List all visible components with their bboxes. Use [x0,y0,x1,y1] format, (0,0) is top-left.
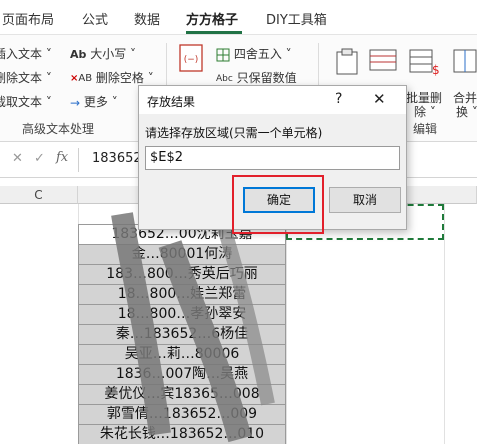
formula-content[interactable]: 183652 [92,151,142,166]
delete-spaces-button[interactable]: ×AB 删除空格 ˅ [70,69,154,86]
merge-icon[interactable] [452,47,477,77]
keep-value-label: 只保留数值 [236,71,297,85]
delete-text-button[interactable]: 删除文本 ˅ [0,69,52,86]
svg-text:$: $ [432,63,440,77]
fx-icon[interactable]: fx [56,150,68,165]
tab-formulas[interactable]: 公式 [82,9,108,28]
column-header-c[interactable]: C [0,186,78,204]
grid-icon [216,48,230,61]
confirm-icon[interactable]: ✓ [34,151,45,166]
abc-icon: Abc [216,73,233,84]
new-sheet-icon[interactable] [368,47,400,77]
svg-text:(−): (−) [184,55,199,65]
range-input[interactable]: $E$2 [145,146,400,170]
number-tool-icon: (−) [179,44,203,72]
tab-diy-toolbox[interactable]: DIY工具箱 [266,9,327,28]
dialog-titlebar[interactable]: 存放结果 ? ✕ [139,86,406,114]
help-button[interactable]: ? [335,91,342,107]
tab-data[interactable]: 数据 [134,9,160,28]
insert-text-button[interactable]: 插入文本 ˅ [0,45,52,62]
insert-text-label: 插入文本 ˅ [0,47,52,61]
ribbon-tab-bar: 页面布局 公式 数据 方方格子 DIY工具箱 [0,0,477,34]
round-label: 四舍五入 ˅ [233,47,292,61]
ab-case-icon: Ab [70,48,87,61]
formula-bar-divider [78,148,79,172]
number-tool-button[interactable]: (−) [178,43,204,73]
batch-delete-icon[interactable]: $ [408,47,440,77]
cancel-button[interactable]: 取消 [329,187,401,213]
close-button[interactable]: ✕ [373,90,386,108]
redaction-overlay [111,211,275,443]
case-button[interactable]: Ab 大小写 ˅ [70,45,136,62]
gridline [444,204,445,444]
clipboard-icon[interactable] [332,47,362,77]
case-label: 大小写 ˅ [90,47,137,61]
extract-text-label: 截取文本 ˅ [0,95,52,109]
tab-page-layout[interactable]: 页面布局 [2,9,54,28]
batch-delete-label-2: 除 ˅ [414,105,436,119]
delete-text-label: 删除文本 ˅ [0,71,52,85]
merge-label-2: 换 ˅ [456,105,477,119]
keep-value-button[interactable]: Abc 只保留数值 [216,69,297,86]
extract-text-button[interactable]: 截取文本 ˅ [0,93,52,110]
group-label-text-processing: 高级文本处理 [22,122,95,136]
tab-fangfange[interactable]: 方方格子 [186,9,238,28]
arrow-right-icon: → [70,95,81,110]
group-label-edit: 编辑 [413,122,438,136]
cancel-icon[interactable]: ✕ [12,151,23,166]
delete-spaces-label: 删除空格 ˅ [95,71,154,85]
highlight-annotation [232,175,324,234]
dialog-prompt: 请选择存放区域(只需一个单元格) [145,126,323,140]
more-label: 更多 ˅ [83,95,118,109]
round-button[interactable]: 四舍五入 ˅ [216,45,292,62]
more-button[interactable]: → 更多 ˅ [70,93,118,110]
dialog-title: 存放结果 [147,95,196,109]
delete-spaces-icon: ×AB [70,73,93,84]
